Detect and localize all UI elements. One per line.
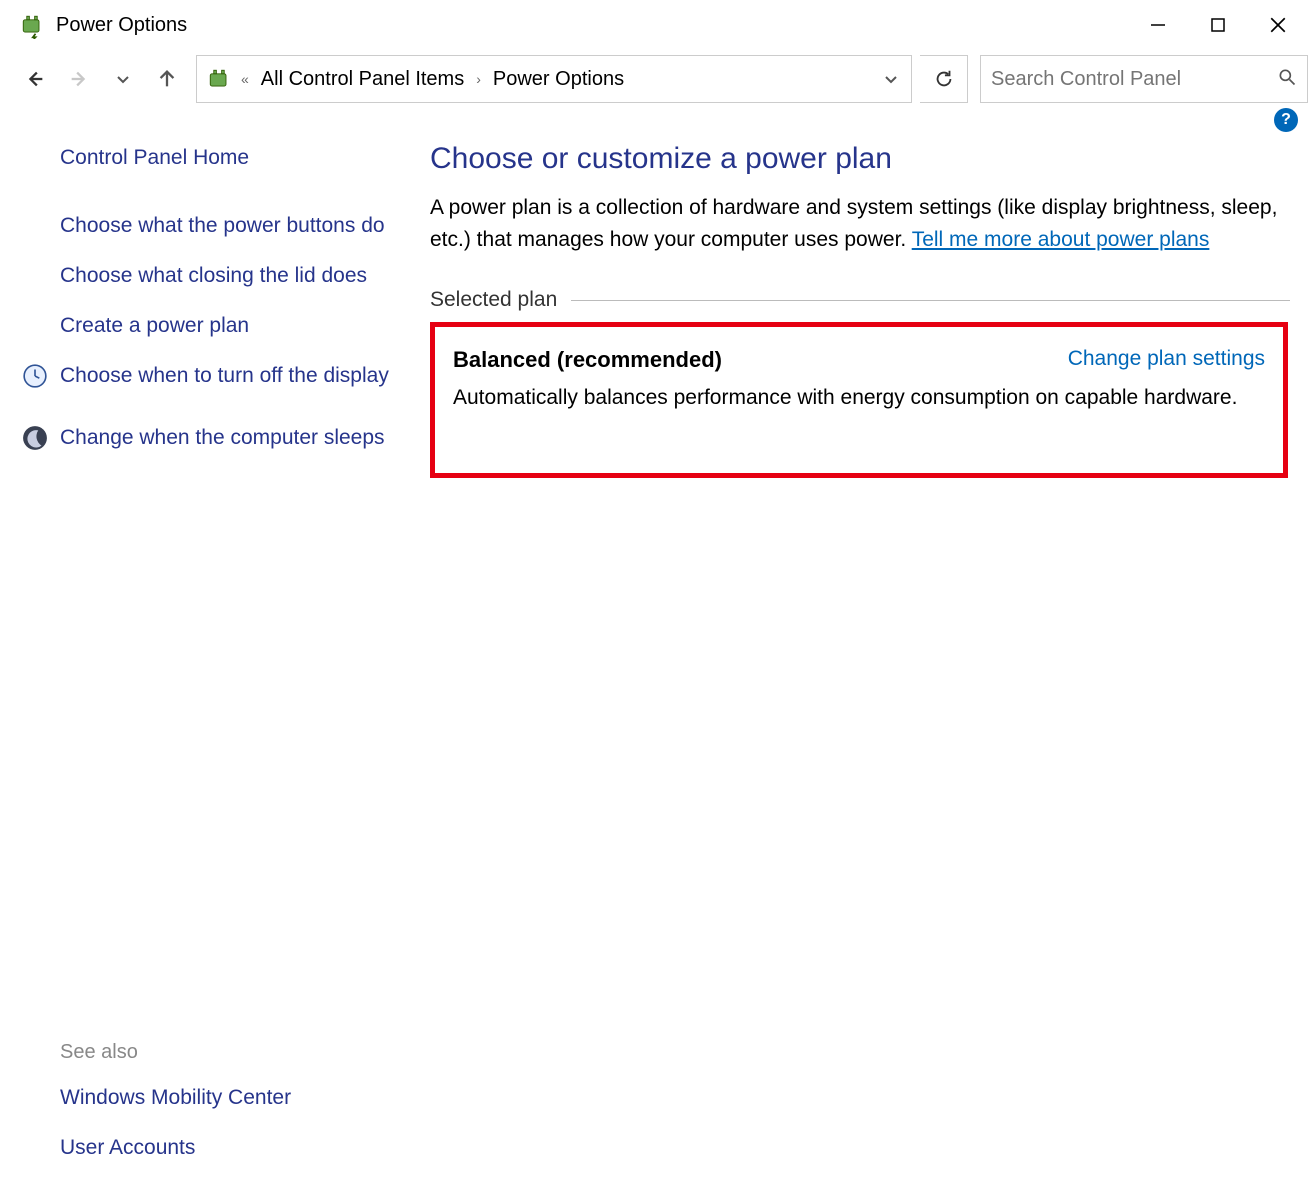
sidebar-link-turn-off-display[interactable]: Choose when to turn off the display	[60, 360, 389, 392]
up-button[interactable]	[146, 58, 188, 100]
help-icon[interactable]: ?	[1274, 108, 1298, 132]
recent-locations-dropdown[interactable]	[102, 58, 144, 100]
moon-icon	[22, 425, 48, 451]
page-heading: Choose or customize a power plan	[430, 142, 1290, 176]
section-header: Selected plan	[430, 288, 1290, 312]
search-input[interactable]	[991, 68, 1271, 91]
sidebar-link-create-plan[interactable]: Create a power plan	[60, 310, 406, 342]
change-plan-settings-link[interactable]: Change plan settings	[1068, 347, 1265, 371]
toolbar: « All Control Panel Items › Power Option…	[0, 50, 1314, 108]
section-divider	[571, 300, 1290, 301]
page-description: A power plan is a collection of hardware…	[430, 192, 1290, 256]
sidebar: Control Panel Home Choose what the power…	[0, 136, 430, 1190]
clock-icon	[22, 363, 48, 389]
selected-plan-highlight: Balanced (recommended) Change plan setti…	[430, 322, 1288, 478]
see-also-block: See also Windows Mobility Center User Ac…	[60, 1041, 406, 1164]
breadcrumb-item[interactable]: All Control Panel Items	[257, 68, 468, 91]
sidebar-link-power-buttons[interactable]: Choose what the power buttons do	[60, 210, 406, 242]
breadcrumb-item[interactable]: Power Options	[489, 68, 628, 91]
search-icon[interactable]	[1277, 67, 1297, 92]
see-also-label: See also	[60, 1041, 406, 1064]
control-panel-home-link[interactable]: Control Panel Home	[60, 142, 406, 174]
search-box[interactable]	[980, 55, 1308, 103]
address-dropdown-button[interactable]	[871, 56, 911, 102]
power-options-icon	[205, 65, 233, 93]
plan-description: Automatically balances performance with …	[453, 383, 1265, 413]
chevron-right-icon[interactable]: ›	[468, 71, 489, 87]
refresh-button[interactable]	[920, 55, 968, 103]
section-label: Selected plan	[430, 288, 557, 312]
forward-button[interactable]	[58, 58, 100, 100]
close-button[interactable]	[1248, 3, 1308, 47]
body: Control Panel Home Choose what the power…	[0, 136, 1314, 1190]
chevron-left-icon[interactable]: «	[233, 71, 257, 87]
maximize-button[interactable]	[1188, 3, 1248, 47]
minimize-button[interactable]	[1128, 3, 1188, 47]
see-also-user-accounts[interactable]: User Accounts	[60, 1132, 406, 1164]
titlebar: Power Options	[0, 0, 1314, 50]
plan-name: Balanced (recommended)	[453, 347, 722, 373]
window-title: Power Options	[56, 14, 187, 37]
sidebar-link-computer-sleeps[interactable]: Change when the computer sleeps	[60, 422, 385, 454]
power-options-icon	[18, 11, 46, 39]
main-content: Choose or customize a power plan A power…	[430, 136, 1314, 1190]
address-bar[interactable]: « All Control Panel Items › Power Option…	[196, 55, 912, 103]
sidebar-link-closing-lid[interactable]: Choose what closing the lid does	[60, 260, 406, 292]
back-button[interactable]	[14, 58, 56, 100]
help-row: ?	[0, 108, 1314, 136]
see-also-mobility-center[interactable]: Windows Mobility Center	[60, 1082, 406, 1114]
tell-me-more-link[interactable]: Tell me more about power plans	[912, 228, 1210, 251]
